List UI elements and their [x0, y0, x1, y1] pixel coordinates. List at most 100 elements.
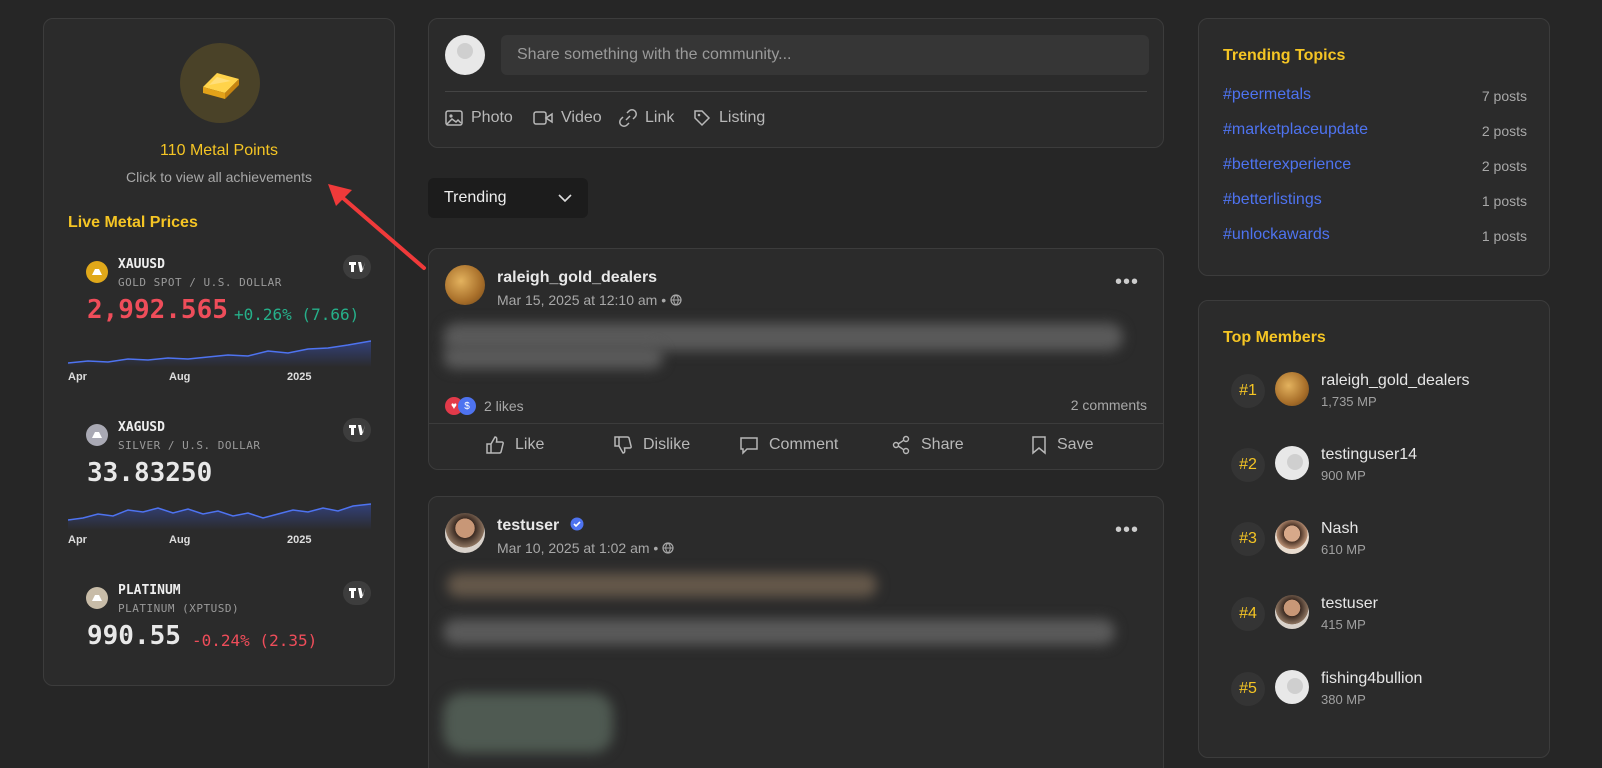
post-author-name[interactable]: raleigh_gold_dealers: [497, 269, 657, 287]
member-points: 415 MP: [1321, 617, 1366, 632]
more-options-icon[interactable]: •••: [1115, 272, 1139, 292]
post-author-name[interactable]: testuser: [497, 517, 584, 535]
photo-label: Photo: [471, 109, 513, 126]
video-button[interactable]: Video: [533, 109, 602, 127]
metal-widget-platinum[interactable]: PLATINUM PLATINUM (XPTUSD) 990.55 -0.24%…: [68, 581, 371, 661]
member-rank: #2: [1231, 448, 1265, 482]
metal-symbol: PLATINUM: [118, 583, 181, 598]
post-date-text: Mar 15, 2025 at 12:10 am •: [497, 292, 667, 308]
member-item[interactable]: #5 fishing4bullion 380 MP: [1231, 670, 1521, 710]
metal-widget-gold[interactable]: XAUUSD GOLD SPOT / U.S. DOLLAR 2,992.565…: [68, 255, 371, 395]
share-input[interactable]: [501, 35, 1149, 75]
member-avatar[interactable]: [1275, 595, 1309, 629]
bookmark-icon: [1032, 436, 1046, 455]
silver-coin-icon: [86, 424, 108, 446]
thumbs-down-icon: [614, 436, 632, 454]
metal-change: +0.26% (7.66): [234, 305, 360, 324]
listing-button[interactable]: Listing: [693, 109, 765, 127]
member-points: 380 MP: [1321, 692, 1366, 707]
coin-bag-reaction-icon: $: [458, 397, 476, 415]
topic-tag[interactable]: #betterlistings: [1223, 191, 1322, 208]
like-button[interactable]: Like: [485, 435, 544, 455]
topic-tag[interactable]: #peermetals: [1223, 86, 1311, 103]
topic-tag[interactable]: #unlockawards: [1223, 226, 1330, 243]
member-rank: #3: [1231, 522, 1265, 556]
post-author-avatar[interactable]: [445, 513, 485, 553]
post-author-avatar[interactable]: [445, 265, 485, 305]
link-icon: [619, 109, 637, 127]
member-name[interactable]: testuser: [1321, 595, 1378, 613]
share-button[interactable]: Share: [891, 435, 964, 455]
member-avatar[interactable]: [1275, 670, 1309, 704]
metal-symbol: XAGUSD: [118, 420, 165, 435]
metal-price: 33.83250: [87, 458, 213, 488]
like-label: Like: [515, 436, 545, 453]
member-avatar[interactable]: [1275, 520, 1309, 554]
member-item[interactable]: #2 testinguser14 900 MP: [1231, 446, 1521, 486]
topic-count: 2 posts: [1481, 158, 1527, 174]
thumbs-up-icon: [486, 436, 504, 454]
member-item[interactable]: #1 raleigh_gold_dealers 1,735 MP: [1231, 372, 1521, 412]
globe-icon: [662, 542, 674, 554]
topic-tag[interactable]: #marketplaceupdate: [1223, 121, 1368, 138]
member-points: 610 MP: [1321, 542, 1366, 557]
listing-label: Listing: [719, 109, 766, 126]
gold-coin-icon: [86, 261, 108, 283]
member-avatar[interactable]: [1275, 446, 1309, 480]
comments-count[interactable]: 2 comments: [1071, 397, 1147, 413]
metal-points[interactable]: 110 Metal Points: [44, 142, 394, 160]
achievement-badge[interactable]: [180, 43, 260, 123]
topic-item[interactable]: #betterexperience 2 posts: [1223, 156, 1527, 174]
comment-button[interactable]: Comment: [739, 435, 838, 455]
reaction-summary[interactable]: ♥ $ 2 likes: [445, 397, 524, 415]
comment-icon: [740, 437, 758, 455]
divider: [445, 91, 1147, 92]
comment-label: Comment: [769, 436, 839, 453]
post-card: testuser Mar 10, 2025 at 1:02 am • •••: [428, 496, 1164, 768]
topic-item[interactable]: #unlockawards 1 posts: [1223, 226, 1527, 244]
member-name[interactable]: testinguser14: [1321, 446, 1417, 464]
divider: [429, 423, 1163, 424]
member-rank: #5: [1231, 672, 1265, 706]
post-timestamp: Mar 15, 2025 at 12:10 am •: [497, 292, 682, 308]
member-item[interactable]: #4 testuser 415 MP: [1231, 595, 1521, 635]
video-icon: [533, 111, 553, 125]
likes-count: 2 likes: [484, 398, 524, 414]
feed-sort-select[interactable]: Trending: [428, 178, 588, 218]
chevron-down-icon: [558, 194, 572, 202]
member-points: 1,735 MP: [1321, 394, 1377, 409]
member-name[interactable]: raleigh_gold_dealers: [1321, 372, 1470, 390]
topic-item[interactable]: #marketplaceupdate 2 posts: [1223, 121, 1527, 139]
top-members-panel: Top Members #1 raleigh_gold_dealers 1,73…: [1198, 300, 1550, 758]
axis-tick: Apr: [68, 534, 87, 546]
topic-item[interactable]: #peermetals 7 posts: [1223, 86, 1527, 104]
photo-button[interactable]: Photo: [445, 109, 513, 127]
metal-price: 990.55: [87, 621, 181, 651]
verified-badge-icon: [570, 517, 584, 531]
member-item[interactable]: #3 Nash 610 MP: [1231, 520, 1521, 560]
live-prices-title: Live Metal Prices: [68, 214, 198, 231]
topic-item[interactable]: #betterlistings 1 posts: [1223, 191, 1527, 209]
more-options-icon[interactable]: •••: [1115, 520, 1139, 540]
dislike-button[interactable]: Dislike: [613, 435, 690, 455]
share-icon: [892, 435, 910, 455]
post-card: raleigh_gold_dealers Mar 15, 2025 at 12:…: [428, 248, 1164, 470]
topic-count: 2 posts: [1481, 123, 1527, 139]
tradingview-logo-icon[interactable]: [343, 581, 371, 605]
post-date-text: Mar 10, 2025 at 1:02 am •: [497, 540, 659, 556]
tradingview-logo-icon[interactable]: [343, 418, 371, 442]
globe-icon: [670, 294, 682, 306]
link-button[interactable]: Link: [619, 109, 674, 127]
axis-tick: Aug: [169, 534, 191, 546]
member-name[interactable]: fishing4bullion: [1321, 670, 1422, 688]
blurred-content: [443, 619, 1115, 645]
topic-tag[interactable]: #betterexperience: [1223, 156, 1351, 173]
metal-symbol: XAUUSD: [118, 257, 165, 272]
metal-widget-silver[interactable]: XAGUSD SILVER / U.S. DOLLAR 33.83250 Apr…: [68, 418, 371, 558]
member-name[interactable]: Nash: [1321, 520, 1358, 538]
metal-change: -0.24% (2.35): [192, 631, 318, 650]
save-button[interactable]: Save: [1031, 435, 1093, 455]
trending-topics-title: Trending Topics: [1223, 47, 1346, 64]
member-avatar[interactable]: [1275, 372, 1309, 406]
member-points: 900 MP: [1321, 468, 1366, 483]
